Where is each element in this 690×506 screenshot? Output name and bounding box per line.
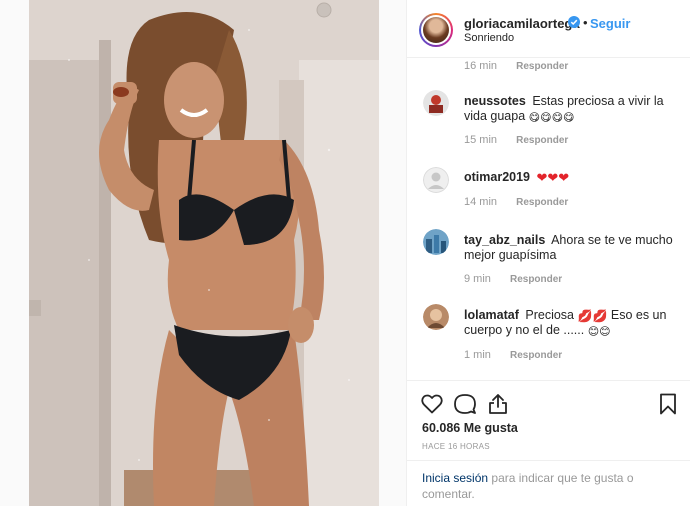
heart-outline-icon[interactable] <box>420 392 444 416</box>
follow-button[interactable]: Seguir <box>590 16 630 31</box>
comment-time: 9 min <box>464 273 491 285</box>
author-username[interactable]: gloriacamilaortega <box>464 16 580 31</box>
comment-meta: 14 min Responder <box>464 196 568 208</box>
comment-time: 15 min <box>464 134 498 146</box>
reply-button[interactable]: Responder <box>516 197 568 208</box>
comment-time: 16 min <box>464 60 498 72</box>
post-location[interactable]: Sonriendo <box>464 32 514 44</box>
reply-button[interactable]: Responder <box>516 135 568 146</box>
kiss-emoji: 💋💋 <box>577 309 608 323</box>
commenter-avatar[interactable] <box>423 90 449 116</box>
bookmark-icon[interactable] <box>656 392 680 416</box>
reply-button[interactable]: Responder <box>510 274 562 285</box>
reply-button[interactable]: Responder <box>510 350 562 361</box>
comment-time: 14 min <box>464 196 498 208</box>
login-prompt: Inicia sesión para indicar que te gusta … <box>422 470 672 502</box>
comment-meta: 1 min Responder <box>464 349 562 361</box>
author-avatar-image <box>423 17 449 43</box>
commenter-avatar[interactable] <box>423 229 449 255</box>
post-photo-illustration <box>29 0 379 506</box>
comment-body: Preciosa <box>525 308 575 322</box>
instagram-post-window: gloriacamilaortega • Seguir Sonriendo 16… <box>0 0 690 506</box>
header-separator: • <box>583 15 588 30</box>
login-link[interactable]: Inicia sesión <box>422 471 488 485</box>
reply-button[interactable]: Responder <box>516 61 568 72</box>
comments-list[interactable]: 16 min Responder neussotes Estas precios… <box>407 58 690 380</box>
verified-badge-icon <box>568 16 580 28</box>
comment-bubble-icon[interactable] <box>453 392 477 416</box>
commenter-username[interactable]: neussotes <box>464 94 526 108</box>
commenter-username[interactable]: tay_abz_nails <box>464 233 545 247</box>
commenter-username[interactable]: lolamataf <box>464 308 519 322</box>
heart-emoji: ❤❤❤ <box>536 170 570 185</box>
share-upload-icon[interactable] <box>486 392 510 416</box>
divider <box>407 460 690 461</box>
post-actions: 60.086 Me gusta HACE 16 HORAS Inicia ses… <box>407 380 690 506</box>
comment-meta: 15 min Responder <box>464 134 568 146</box>
comment-time: 1 min <box>464 349 491 361</box>
commenter-avatar[interactable] <box>423 167 449 193</box>
comment-meta: 16 min Responder <box>464 60 568 72</box>
comment-meta: 9 min Responder <box>464 273 562 285</box>
comment-emoji: 😋😋😋😋 <box>528 112 575 124</box>
post-timestamp[interactable]: HACE 16 HORAS <box>422 442 490 451</box>
author-avatar[interactable] <box>419 13 453 47</box>
commenter-avatar[interactable] <box>423 304 449 330</box>
post-header: gloriacamilaortega • Seguir Sonriendo <box>407 0 690 58</box>
commenter-username[interactable]: otimar2019 <box>464 170 530 184</box>
post-side-panel: gloriacamilaortega • Seguir Sonriendo 16… <box>406 0 690 506</box>
likes-count[interactable]: 60.086 Me gusta <box>422 421 518 435</box>
smile-emoji: 😊😊 <box>587 326 611 338</box>
post-photo[interactable] <box>29 0 379 506</box>
